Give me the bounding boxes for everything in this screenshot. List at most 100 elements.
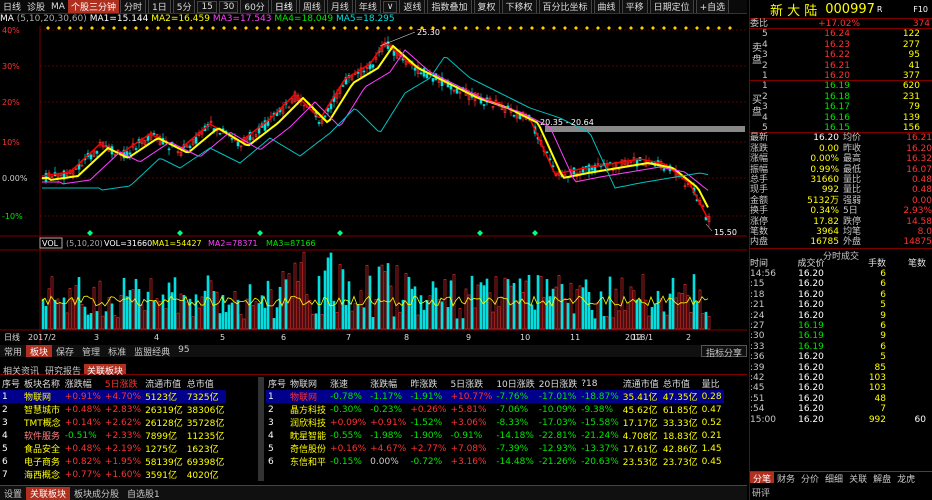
ticks-list[interactable]: 14:56 16.20 6:15 16.20 6:18 16.20 6:21 16.20 5:2… — [750, 269, 932, 425]
buy-row[interactable]: 3 16.17 79 — [750, 102, 932, 112]
col-header[interactable]: 涨速 — [328, 377, 368, 390]
tick-row[interactable]: 15:00 16.20 992 60 — [750, 415, 932, 425]
period-button[interactable]: 1日 — [147, 0, 171, 13]
tab-standard[interactable]: 标准 — [104, 345, 130, 358]
tick-row[interactable]: :36 16.20 5 — [750, 352, 932, 362]
indicator-share-button[interactable]: 指标分享 — [700, 345, 747, 359]
period-button[interactable]: 月线 — [326, 0, 353, 13]
toolbar-item[interactable]: 日线 — [0, 0, 24, 13]
period-button-day[interactable]: 日线 — [270, 0, 297, 13]
period-button[interactable]: 年线 — [354, 0, 381, 13]
tab-save[interactable]: 保存 — [52, 345, 78, 358]
table-row[interactable]: 6 东信和平 -0.15% 0.00% -0.72% +3.16% -14.48% -21.2… — [266, 455, 724, 469]
rp-tab[interactable]: 关联 — [846, 472, 870, 485]
buy-row[interactable]: 5 16.15 156 — [750, 123, 932, 133]
toolbar-item[interactable]: 个股三分钟 — [67, 0, 119, 13]
tab-number[interactable]: 95 — [174, 345, 193, 357]
rp-tab[interactable]: 分价 — [798, 472, 822, 485]
buy-row[interactable]: 4 16.16 139 — [750, 113, 932, 123]
period-button[interactable]: 5分 — [172, 0, 196, 13]
table-row[interactable]: 3 TMT概念 +0.14% +2.62% 26128亿 35728亿 — [0, 416, 226, 430]
table-row[interactable]: 5 奇信股份 +0.16% +4.67% +2.77% +7.08% -7.39% -12.9… — [266, 442, 724, 456]
more-button[interactable]: ∨ — [382, 0, 398, 13]
tick-row[interactable]: :42 16.20 103 — [750, 373, 932, 383]
col-header[interactable]: 总市值 — [661, 377, 700, 390]
tick-row[interactable]: :30 16.19 9 — [750, 331, 932, 341]
toolbar-item[interactable]: 返线 — [399, 0, 426, 13]
sell-row[interactable]: 2 16.21 41 — [750, 61, 932, 71]
col-header[interactable]: 20日涨跌 — [537, 377, 579, 390]
period-button[interactable]: 15 — [197, 0, 217, 13]
col-header[interactable]: 流通市值 — [143, 377, 185, 390]
tab-reports[interactable]: 研究报告 — [42, 364, 84, 377]
table-row[interactable]: 5 食品安全 +0.48% +2.19% 1275亿 1623亿 — [0, 442, 226, 456]
tick-row[interactable]: :51 16.20 48 — [750, 394, 932, 404]
tab-components[interactable]: 板块成分股 — [70, 487, 123, 500]
table-row[interactable]: 4 软件服务 -0.51% +2.33% 7899亿 11235亿 — [0, 429, 226, 443]
buy-row[interactable]: 1 16.19 620 — [750, 81, 932, 91]
sell-row[interactable]: 4 16.23 277 — [750, 40, 932, 50]
toolbar-item[interactable]: 下移权 — [501, 0, 537, 13]
tick-row[interactable]: :27 16.19 6 — [750, 321, 932, 331]
tab-manage[interactable]: 管理 — [78, 345, 104, 358]
tick-row[interactable]: :54 16.20 7 — [750, 404, 932, 414]
tab-sector[interactable]: 板块 — [26, 345, 53, 358]
table-row[interactable]: 1 物联网 +0.91% +4.70% 5123亿 7325亿 — [0, 390, 227, 403]
rp-tab[interactable]: 细细 — [822, 472, 846, 485]
rp-tab[interactable]: 解盘 — [870, 472, 894, 485]
tab-common[interactable]: 常用 — [0, 345, 26, 358]
vol-label[interactable]: VOL — [42, 239, 59, 248]
period-button[interactable]: 周线 — [298, 0, 325, 13]
sell-row[interactable]: 3 16.22 95 — [750, 50, 932, 60]
tick-row[interactable]: :21 16.20 5 — [750, 300, 932, 310]
tab-news[interactable]: 相关资讯 — [0, 364, 42, 377]
table-row[interactable]: 6 电子商务 +0.82% +1.95% 58139亿 69398亿 — [0, 455, 226, 469]
ma-label[interactable]: MA — [0, 14, 14, 24]
period-button[interactable]: 分时 — [119, 0, 146, 13]
tab-related-sectors[interactable]: 关联板块 — [84, 364, 127, 377]
col-header[interactable]: 总市值 — [185, 377, 227, 390]
col-header[interactable]: 板块名称 — [22, 377, 63, 390]
tab-settings[interactable]: 设置 — [0, 487, 26, 500]
col-header[interactable]: 昨涨跌 — [408, 377, 448, 390]
period-button[interactable]: 30 — [218, 0, 239, 13]
table-row[interactable]: 3 润欣科技 +0.09% +0.91% -1.52% +3.06% -8.33% -17.0… — [266, 416, 724, 430]
col-header[interactable]: 5日涨跌 — [448, 377, 494, 390]
tick-row[interactable]: :39 16.20 85 — [750, 363, 932, 373]
pan-button[interactable]: 平移 — [621, 0, 648, 13]
toolbar-item[interactable]: 诊股 — [24, 0, 48, 13]
date-locate-button[interactable]: 日期定位 — [649, 0, 694, 13]
tick-row[interactable]: :33 16.19 6 — [750, 342, 932, 352]
toolbar-item[interactable]: MA — [48, 2, 68, 12]
tick-row[interactable]: :24 16.20 9 — [750, 311, 932, 321]
tick-row[interactable]: :18 16.20 6 — [750, 290, 932, 300]
col-header[interactable]: ?18 — [579, 377, 621, 390]
tick-row[interactable]: 14:56 16.20 6 — [750, 269, 932, 279]
rp-tab[interactable]: 财务 — [774, 472, 798, 485]
table-row[interactable]: 7 海西概念 +0.77% +1.60% 3591亿 4020亿 — [0, 468, 226, 482]
rp-bottom-tab[interactable]: 研评 — [752, 486, 770, 499]
col-header[interactable]: 流通市值 — [621, 377, 661, 390]
kline-chart[interactable]: 25.30 20.35 - 20.64 15.50 40% 30% 20% 10… — [0, 26, 747, 344]
add-watchlist-button[interactable]: +自选 — [695, 0, 730, 13]
buy-row[interactable]: 2 16.18 231 — [750, 92, 932, 102]
tick-row[interactable]: :45 16.20 103 — [750, 383, 932, 393]
tab-watchlist[interactable]: 自选股1 — [123, 487, 164, 500]
col-header[interactable]: 10日涨跌 — [494, 377, 536, 390]
index-overlay-button[interactable]: 指数叠加 — [427, 0, 472, 13]
tab-classic[interactable]: 监盟经典 — [130, 345, 174, 358]
rp-tab[interactable]: 分笔 — [750, 472, 775, 485]
restore-button[interactable]: 复权 — [473, 0, 500, 13]
col-header[interactable]: 量比 — [700, 377, 724, 390]
col-header[interactable]: 序号 — [266, 377, 288, 390]
period-button[interactable]: 60分 — [240, 0, 269, 13]
sell-row[interactable]: 5 16.24 122 — [750, 29, 932, 39]
table-row[interactable]: 1 物联网 -0.78% -1.17% -1.91% +10.77% -7.76% -17.0… — [266, 390, 724, 403]
table-row[interactable]: 4 眈星智能 -0.55% -1.98% -1.90% -0.91% -14.18% -22.… — [266, 429, 724, 443]
col-header[interactable]: 序号 — [0, 377, 22, 390]
table-row[interactable]: 2 智慧城市 +0.48% +2.83% 26319亿 38306亿 — [0, 403, 226, 417]
tab-related[interactable]: 关联板块 — [26, 486, 71, 500]
col-header[interactable]: 涨跌幅 — [368, 377, 408, 390]
curve-button[interactable]: 曲线 — [593, 0, 620, 13]
col-header[interactable]: 5日涨跌 — [103, 377, 143, 390]
